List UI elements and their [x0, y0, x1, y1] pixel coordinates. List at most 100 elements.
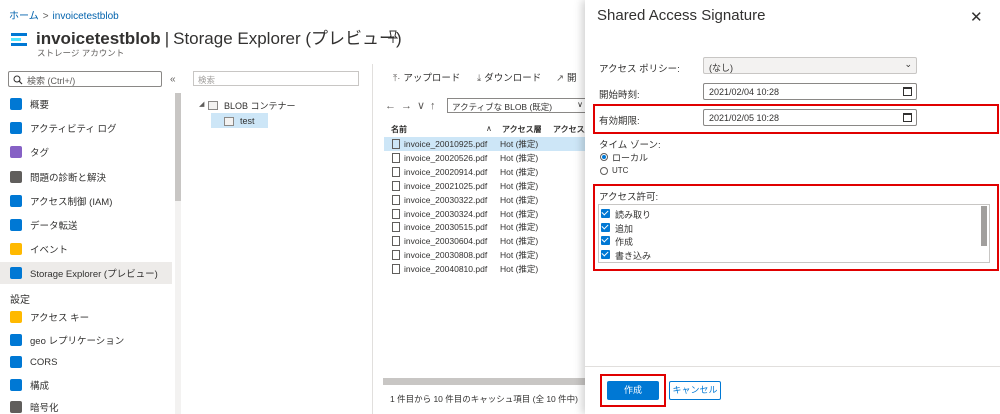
breadcrumb: ホーム > invoicetestblob — [9, 7, 119, 22]
table-row[interactable]: invoice_20021025.pdf Hot (推定) — [384, 179, 586, 193]
calendar-icon[interactable] — [903, 113, 912, 122]
create-button[interactable]: 作成 — [607, 381, 659, 400]
nav-item-label: CORS — [30, 356, 58, 368]
collapse-nav-icon[interactable]: « — [170, 74, 176, 85]
table-row[interactable]: invoice_20030324.pdf Hot (推定) — [384, 207, 586, 221]
nav-search-input[interactable]: 検索 (Ctrl+/) — [8, 71, 162, 87]
nav-item-globe[interactable]: geo レプリケーション — [0, 329, 172, 351]
open-icon: ↗ — [556, 73, 564, 84]
permission-label: 追加 — [615, 223, 634, 234]
upload-label: アップロード — [403, 73, 461, 84]
start-time-input[interactable]: 2021/02/04 10:28 — [703, 83, 917, 100]
column-header-name[interactable]: 名前 — [391, 124, 407, 135]
explorer-search-input[interactable]: 検索 — [193, 71, 359, 86]
footer-divider — [585, 366, 1000, 367]
nav-item-lock[interactable]: 暗号化 — [0, 396, 172, 414]
nav-item-key[interactable]: アクセス キー — [0, 306, 172, 328]
timezone-local-label: ローカル — [612, 153, 649, 163]
file-access-tier: Hot (推定) — [500, 208, 539, 219]
tree-item-label: BLOB コンテナー — [224, 101, 296, 111]
settings-header: 設定 — [10, 295, 30, 306]
table-row[interactable]: invoice_20020914.pdf Hot (推定) — [384, 165, 586, 179]
storage-account-icon — [11, 33, 27, 46]
nav-item-wrench[interactable]: 問題の診断と解決 — [0, 166, 172, 188]
table-row[interactable]: invoice_20040810.pdf Hot (推定) — [384, 262, 586, 276]
search-icon — [13, 75, 23, 85]
table-row[interactable]: invoice_20030515.pdf Hot (推定) — [384, 220, 586, 234]
nav-item-config[interactable]: 構成 — [0, 374, 172, 396]
nav-search-placeholder: 検索 (Ctrl+/) — [27, 76, 76, 86]
file-access-tier: Hot (推定) — [500, 194, 539, 205]
cancel-button[interactable]: キャンセル — [669, 381, 721, 400]
table-row[interactable]: invoice_20020526.pdf Hot (推定) — [384, 151, 586, 165]
expiry-time-input[interactable]: 2021/02/05 10:28 — [703, 109, 917, 126]
file-access-tier: Hot (推定) — [500, 236, 539, 247]
timezone-local-radio[interactable] — [600, 153, 608, 161]
document-icon — [392, 180, 400, 191]
permissions-scrollbar[interactable] — [981, 206, 987, 246]
upload-icon: ⤒· — [393, 73, 401, 84]
document-icon — [392, 208, 400, 219]
iam-icon — [10, 194, 22, 207]
section-name: Storage Explorer (プレビュー) — [173, 29, 402, 48]
nav-item-lightning[interactable]: イベント — [0, 238, 172, 260]
calendar-icon[interactable] — [903, 87, 912, 96]
nav-item-storage-explorer[interactable]: Storage Explorer (プレビュー) — [0, 262, 172, 285]
upload-button[interactable]: ⤒· アップロード — [393, 70, 460, 84]
nav-item-data-transfer[interactable]: データ転送 — [0, 214, 172, 236]
download-label: ダウンロード — [484, 73, 542, 84]
nav-item-cors[interactable]: CORS — [0, 351, 172, 373]
nav-item-label: アクセス制御 (IAM) — [30, 196, 113, 208]
document-icon — [392, 166, 400, 177]
document-icon — [392, 194, 400, 205]
breadcrumb-current[interactable]: invoicetestblob — [53, 11, 119, 22]
sas-panel-title: Shared Access Signature — [597, 7, 766, 24]
download-button[interactable]: ⤓ ダウンロード — [477, 70, 541, 84]
navigation-arrows[interactable]: ←→∨↑ — [385, 99, 441, 112]
nav-item-label: イベント — [30, 245, 69, 257]
globe-icon — [10, 333, 22, 346]
timezone-utc-radio[interactable] — [600, 167, 608, 175]
table-row[interactable]: invoice_20030808.pdf Hot (推定) — [384, 248, 586, 262]
cors-icon — [10, 356, 22, 368]
pin-icon[interactable] — [387, 30, 399, 44]
table-row[interactable]: invoice_20030604.pdf Hot (推定) — [384, 234, 586, 248]
timezone-label: タイム ゾーン: — [599, 140, 661, 151]
start-time-label: 開始時刻: — [599, 90, 640, 101]
expiry-label: 有効期限: — [599, 116, 640, 127]
permission-checkbox[interactable] — [601, 222, 610, 232]
nav-scrollbar-thumb[interactable] — [175, 93, 181, 201]
table-row[interactable]: invoice_20030322.pdf Hot (推定) — [384, 193, 586, 207]
resource-name: invoicetestblob — [36, 29, 161, 48]
column-header-access-tier[interactable]: アクセス層 — [502, 124, 542, 135]
permission-checkbox[interactable] — [601, 236, 610, 245]
tree-expand-icon[interactable]: ◢ — [199, 100, 204, 108]
tree-item-test[interactable]: test — [224, 116, 255, 126]
sort-icon: ∧ — [486, 124, 492, 133]
horizontal-scrollbar[interactable] — [383, 378, 588, 385]
nav-item-iam[interactable]: アクセス制御 (IAM) — [0, 190, 172, 212]
resource-type: ストレージ アカウント — [37, 48, 125, 58]
breadcrumb-home[interactable]: ホーム — [9, 11, 39, 22]
close-icon[interactable]: ✕ — [970, 8, 983, 26]
blob-view-select[interactable]: アクティブな BLOB (既定) ∨ — [447, 98, 587, 113]
table-row[interactable]: invoice_20010925.pdf Hot (推定) — [384, 137, 586, 151]
document-icon — [392, 139, 400, 149]
file-name: invoice_20030324.pdf — [404, 208, 488, 219]
storage-explorer-icon — [10, 267, 22, 280]
download-icon: ⤓ — [477, 73, 482, 84]
tree-item-blob-containers[interactable]: BLOB コンテナー — [208, 99, 296, 112]
explorer-search-placeholder: 検索 — [198, 75, 216, 85]
key-icon — [10, 311, 22, 323]
nav-item-overview[interactable]: 概要 — [0, 93, 172, 115]
permission-checkbox[interactable] — [601, 249, 610, 259]
open-button[interactable]: ↗ 開 — [556, 70, 576, 84]
data-transfer-icon — [10, 219, 22, 231]
permissions-list[interactable] — [598, 204, 990, 263]
file-name: invoice_20020914.pdf — [404, 166, 488, 177]
access-policy-select[interactable]: (なし) ⌄ — [703, 57, 917, 74]
permission-checkbox[interactable] — [601, 209, 610, 218]
nav-item-activity-log[interactable]: アクティビティ ログ — [0, 117, 172, 139]
nav-item-tag[interactable]: タグ — [0, 141, 172, 163]
pane-divider[interactable] — [372, 64, 373, 414]
